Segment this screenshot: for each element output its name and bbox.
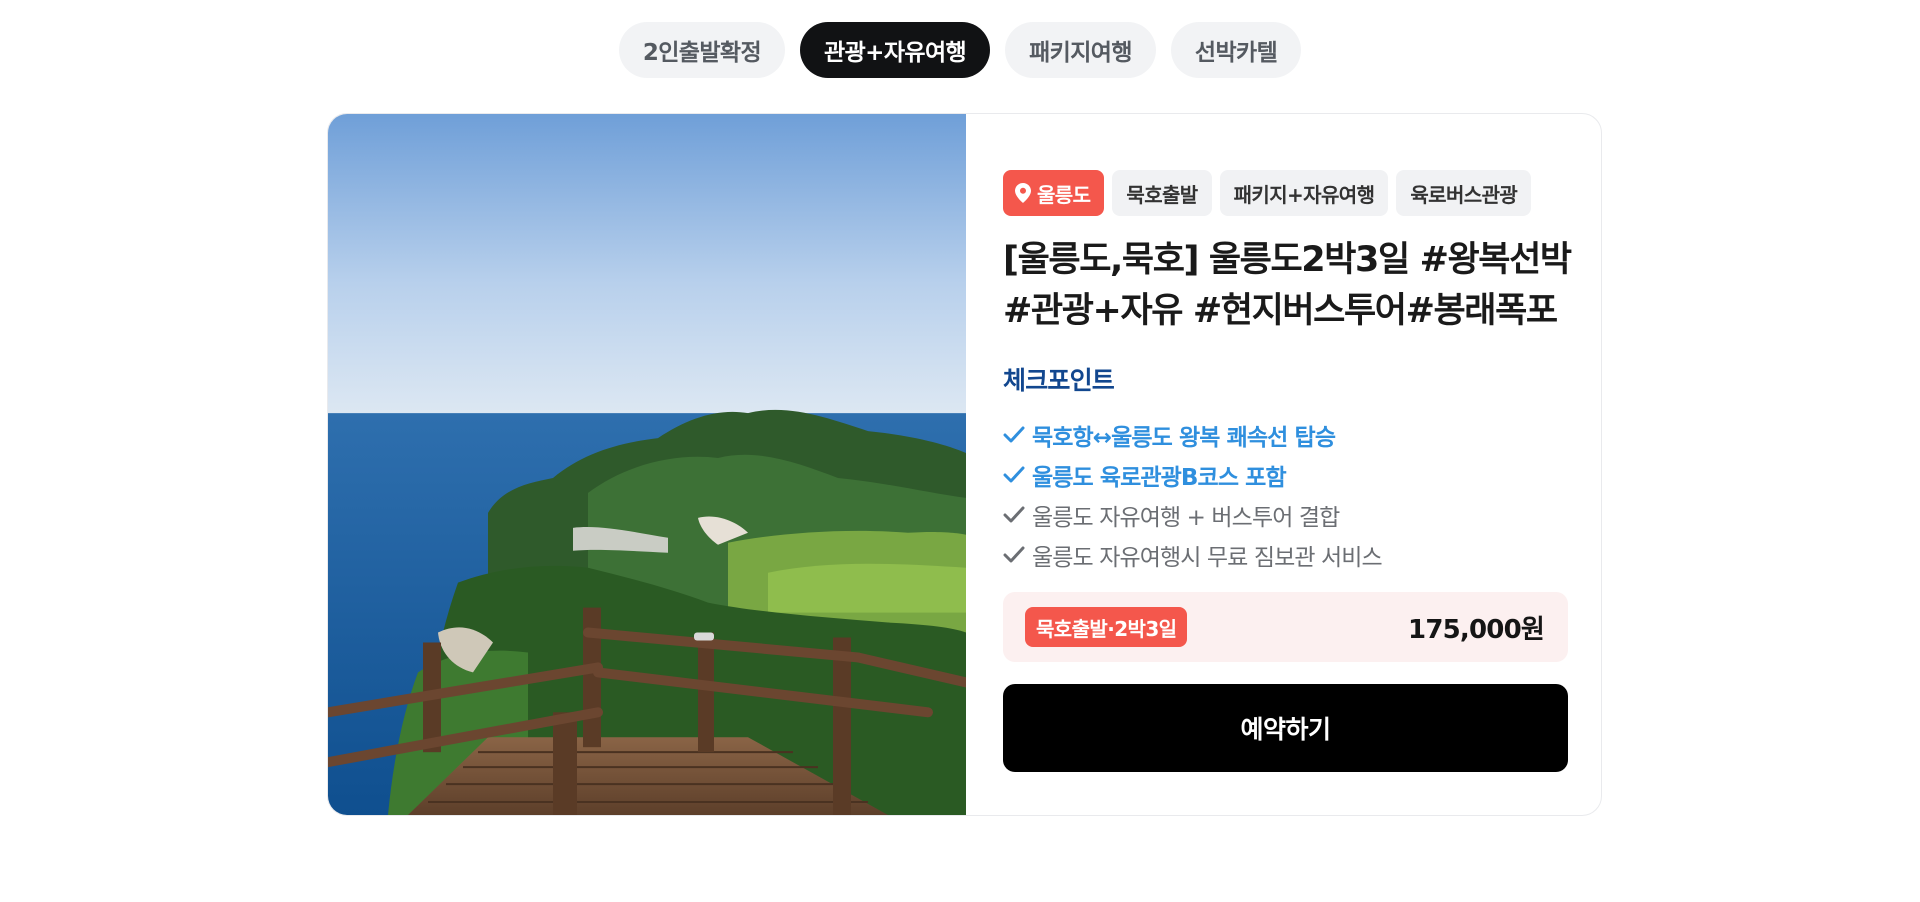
tag-chips: 울릉도 묵호출발 패키지+자유여행 육로버스관광 — [1003, 170, 1601, 216]
checkpoint-text: 울릉도 육로관광B코스 포함 — [1032, 465, 1287, 491]
checkpoint-list: 묵호항↔울릉도 왕복 쾌속선 탑승 울릉도 육로관광B코스 포함 울릉도 자유여… — [1003, 415, 1601, 575]
price-box: 묵호출발·2박3일 175,000원 — [1003, 592, 1568, 662]
tab-2-person-confirmed[interactable]: 2인출발확정 — [618, 22, 786, 78]
product-info: 울릉도 묵호출발 패키지+자유여행 육로버스관광 [울릉도,묵호] 울릉도2박3… — [966, 114, 1601, 815]
price-option-badge: 묵호출발·2박3일 — [1025, 607, 1188, 647]
checkpoint-text: 묵호항↔울릉도 왕복 쾌속선 탑승 — [1032, 425, 1336, 451]
product-title[interactable]: [울릉도,묵호] 울릉도2박3일 #왕복선박 #관광+자유 #현지버스투어#봉래… — [1003, 235, 1583, 337]
product-photo — [328, 114, 966, 815]
travel-type-tag: 패키지+자유여행 — [1219, 170, 1389, 216]
checkpoint-text: 울릉도 자유여행 + 버스투어 결합 — [1032, 505, 1340, 531]
book-button[interactable]: 예약하기 — [1003, 684, 1568, 772]
check-icon — [1003, 546, 1032, 564]
check-icon — [1003, 426, 1032, 444]
checkpoint-heading: 체크포인트 — [1003, 366, 1115, 395]
location-tag: 울릉도 — [1003, 170, 1105, 216]
product-card[interactable]: 울릉도 묵호출발 패키지+자유여행 육로버스관광 [울릉도,묵호] 울릉도2박3… — [327, 113, 1602, 816]
departure-tag: 묵호출발 — [1112, 170, 1212, 216]
category-tabs: 2인출발확정 관광+자유여행 패키지여행 선박카텔 — [0, 22, 1920, 78]
tab-package-travel[interactable]: 패키지여행 — [1005, 22, 1156, 78]
check-icon — [1003, 506, 1032, 524]
check-icon — [1003, 466, 1032, 484]
tab-ship-hotel[interactable]: 선박카텔 — [1170, 22, 1302, 78]
price-value: 175,000원 — [1408, 614, 1545, 645]
location-tag-label: 울릉도 — [1037, 182, 1091, 207]
checkpoint-item: 울릉도 자유여행 + 버스투어 결합 — [1003, 495, 1601, 535]
map-pin-icon — [1015, 183, 1031, 203]
tour-tag: 육로버스관광 — [1396, 170, 1532, 216]
checkpoint-item: 묵호항↔울릉도 왕복 쾌속선 탑승 — [1003, 415, 1601, 455]
tab-tour-free-travel[interactable]: 관광+자유여행 — [800, 22, 991, 78]
checkpoint-item: 울릉도 육로관광B코스 포함 — [1003, 455, 1601, 495]
checkpoint-text: 울릉도 자유여행시 무료 짐보관 서비스 — [1032, 545, 1383, 571]
checkpoint-item: 울릉도 자유여행시 무료 짐보관 서비스 — [1003, 535, 1601, 575]
